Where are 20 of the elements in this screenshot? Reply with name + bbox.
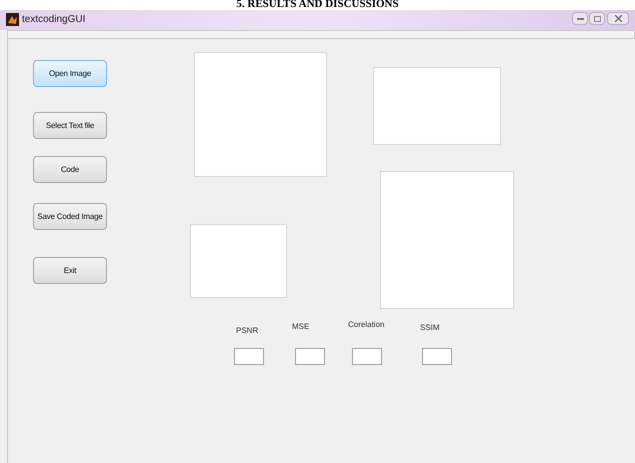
- metric-field[interactable]: [352, 348, 382, 365]
- maximize-button[interactable]: [589, 12, 605, 25]
- metric-label: Corelation: [348, 320, 384, 330]
- metric-field[interactable]: [295, 348, 325, 365]
- window-title: textcodingGUI: [22, 14, 86, 26]
- document-heading: 5. RESULTS AND DISCUSSIONS: [236, 0, 399, 10]
- minimize-button[interactable]: [572, 12, 588, 25]
- metric-field[interactable]: [234, 348, 264, 365]
- metric-label: MSE: [292, 322, 310, 332]
- action-button[interactable]: Open Image: [33, 60, 107, 87]
- action-button[interactable]: Save Coded Image: [33, 203, 107, 230]
- action-button[interactable]: Exit: [33, 257, 107, 284]
- metric-field[interactable]: [422, 348, 452, 365]
- metric-label: PSNR: [236, 326, 258, 336]
- close-button[interactable]: [607, 12, 629, 25]
- app-icon: [6, 13, 19, 26]
- close-icon: [614, 15, 622, 22]
- action-button[interactable]: Select Text file: [33, 112, 107, 139]
- action-button[interactable]: Code: [33, 156, 107, 183]
- metric-label: SSIM: [420, 323, 440, 333]
